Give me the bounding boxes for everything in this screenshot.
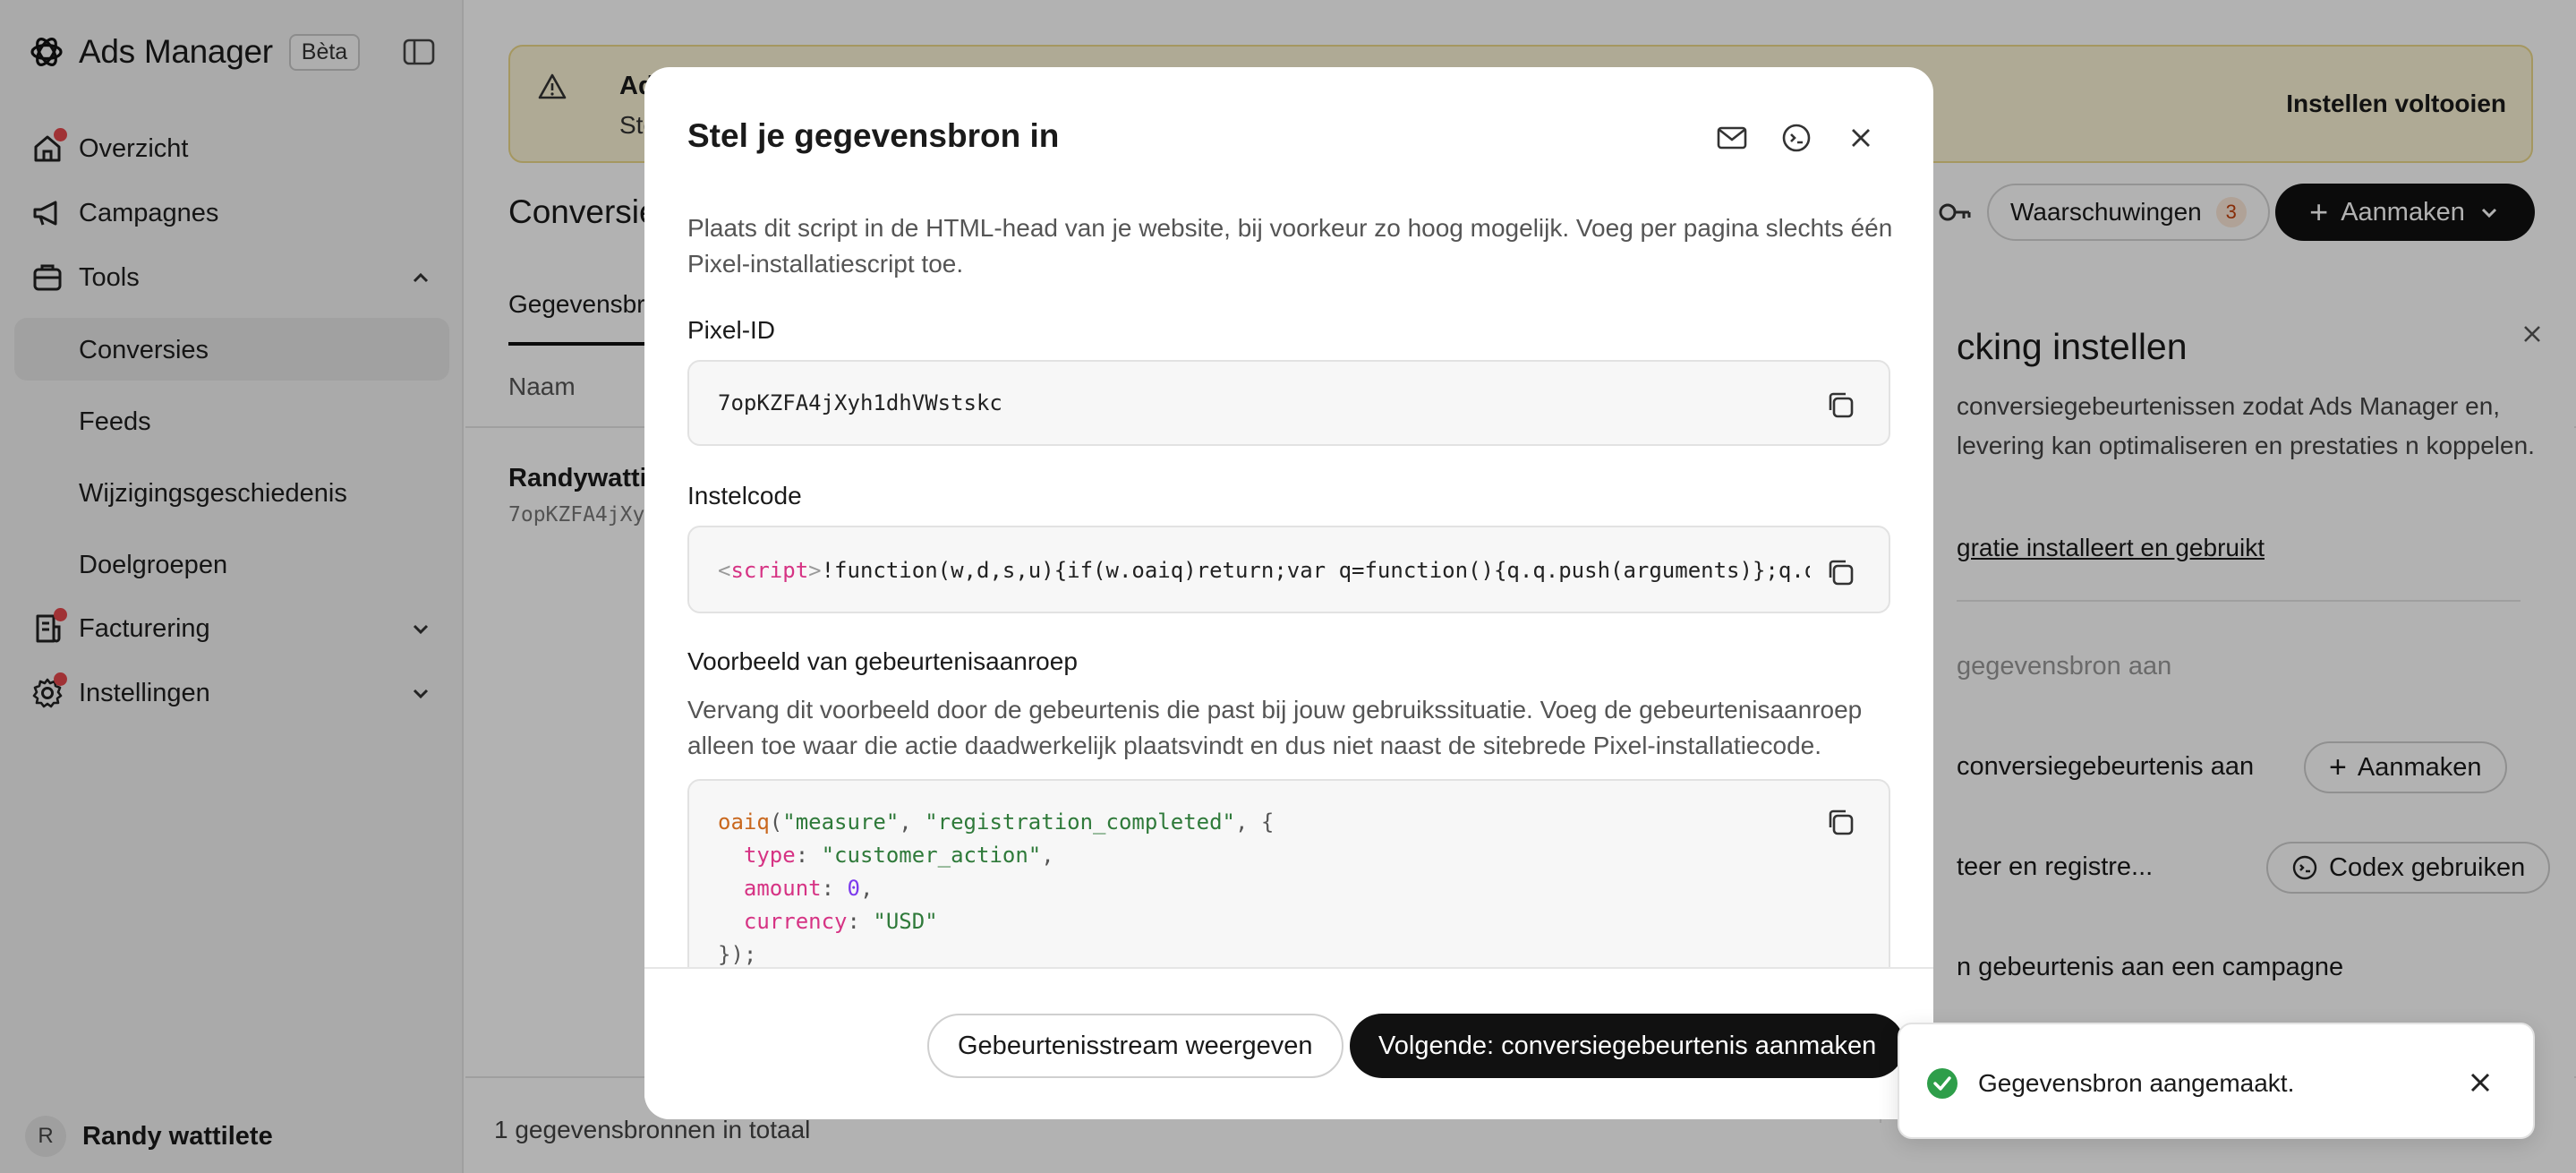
modal-description: Plaats dit script in de HTML-head van je… (687, 214, 1893, 278)
event-example-code[interactable]: oaiq("measure", "registration_completed"… (718, 806, 1274, 972)
event-example-label: Voorbeeld van gebeurtenisaanroep (687, 647, 1078, 675)
next-create-event-button[interactable]: Volgende: conversiegebeurtenis aanmaken (1350, 1014, 1906, 1078)
codex-button[interactable] (1778, 119, 1815, 157)
close-button[interactable] (1842, 119, 1880, 157)
setup-data-source-modal: Stel je gegevensbron in Plaats dit scrip… (644, 67, 1933, 1119)
code-token: amount (743, 876, 822, 901)
code-token: type (743, 843, 796, 868)
copy-icon[interactable] (1824, 806, 1856, 838)
codex-icon (1782, 124, 1811, 152)
code-token: "registration_completed" (925, 809, 1235, 835)
install-code-box: <script>!function(w,d,s,u){if(w.oaiq)ret… (687, 526, 1890, 613)
close-icon (1852, 129, 1870, 147)
code-token: "USD" (873, 909, 938, 934)
code-token: oaiq (718, 809, 770, 835)
success-toast: Gegevensbron aangemaakt. (1898, 1023, 2535, 1139)
code-token: "customer_action" (821, 843, 1042, 868)
toast-message: Gegevensbron aangemaakt. (1978, 1069, 2295, 1097)
install-code[interactable]: <script>!function(w,d,s,u){if(w.oaiq)ret… (718, 558, 1810, 583)
modal-title: Stel je gegevensbron in (687, 117, 1060, 154)
code-token: script (730, 558, 809, 583)
code-token: }); (718, 942, 757, 967)
view-event-stream-button[interactable]: Gebeurtenisstream weergeven (927, 1014, 1343, 1078)
install-code-label: Instelcode (687, 482, 802, 509)
close-icon[interactable] (2467, 1069, 2494, 1096)
copy-icon[interactable] (1824, 556, 1856, 588)
code-token: 0 (847, 876, 860, 901)
mail-icon (1717, 126, 1747, 150)
code-token: currency (743, 909, 848, 934)
event-example-description: Vervang dit voorbeeld door de gebeurteni… (687, 696, 1863, 759)
pixel-id-value[interactable]: 7opKZFA4jXyh1dhVWstskc (718, 390, 1002, 415)
pixel-id-box: 7opKZFA4jXyh1dhVWstskc (687, 360, 1890, 446)
check-circle-icon (1927, 1068, 1958, 1099)
pixel-id-label: Pixel-ID (687, 316, 776, 344)
modal-footer: Gebeurtenisstream weergeven Volgende: co… (644, 967, 1933, 1119)
copy-icon[interactable] (1824, 389, 1856, 421)
email-button[interactable] (1713, 119, 1751, 157)
code-token: "measure" (782, 809, 900, 835)
code-token: < (718, 558, 731, 583)
code-token: > (808, 558, 822, 583)
code-token: !function(w,d,s,u){if(w.oaiq)return;var … (821, 558, 1810, 583)
